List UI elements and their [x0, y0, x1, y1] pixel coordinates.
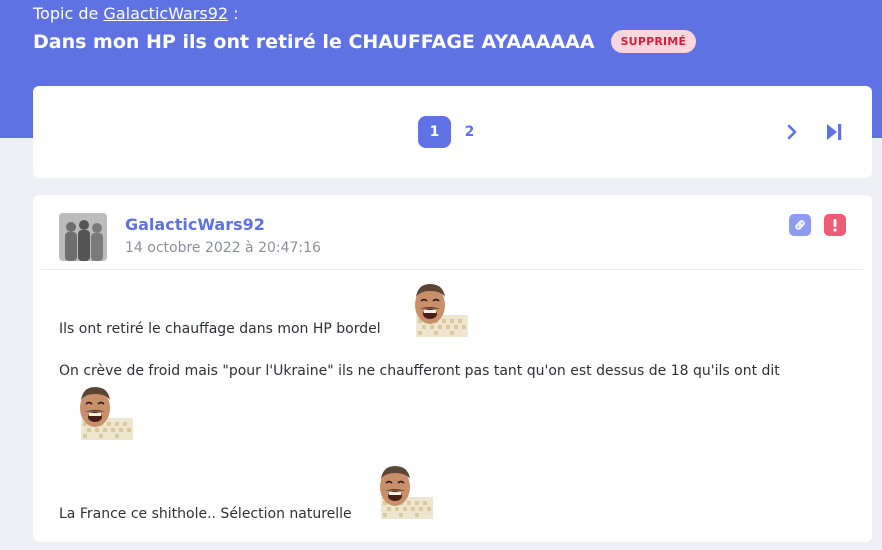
report-icon[interactable] [824, 214, 846, 236]
page-1-button[interactable]: 1 [418, 116, 451, 148]
risitas-smiley-icon [73, 384, 133, 440]
post-paragraph: La France ce shithole.. Sélection nature… [59, 506, 352, 522]
topic-prefix: Topic de [33, 4, 99, 23]
post-paragraph: Ils ont retiré le chauffage dans mon HP … [59, 321, 381, 337]
avatar[interactable] [59, 213, 107, 261]
status-badge: SUPPRIMÉ [610, 30, 697, 53]
page-2-button[interactable]: 2 [453, 116, 486, 148]
pagination-card: 1 2 [33, 86, 872, 178]
page-title: Dans mon HP ils ont retiré le CHAUFFAGE … [33, 30, 595, 53]
post-paragraph: On crève de froid mais "pour l'Ukraine" … [59, 363, 780, 379]
post-divider [41, 269, 863, 270]
risitas-smiley-icon [408, 281, 468, 337]
post-date: 14 octobre 2022 à 20:47:16 [125, 240, 321, 256]
risitas-smiley-icon [373, 463, 433, 519]
post-card: GalacticWars92 14 octobre 2022 à 20:47:1… [33, 195, 872, 542]
topic-suffix: : [228, 4, 239, 23]
link-icon[interactable] [789, 214, 811, 236]
post-author[interactable]: GalacticWars92 [125, 215, 265, 234]
chevron-right-icon[interactable] [779, 119, 805, 145]
topic-author-link[interactable]: GalacticWars92 [103, 4, 228, 23]
topic-title-row: Dans mon HP ils ont retiré le CHAUFFAGE … [33, 30, 697, 53]
topic-author-line: Topic de GalacticWars92 : [33, 4, 239, 23]
skip-to-end-icon[interactable] [821, 119, 847, 145]
